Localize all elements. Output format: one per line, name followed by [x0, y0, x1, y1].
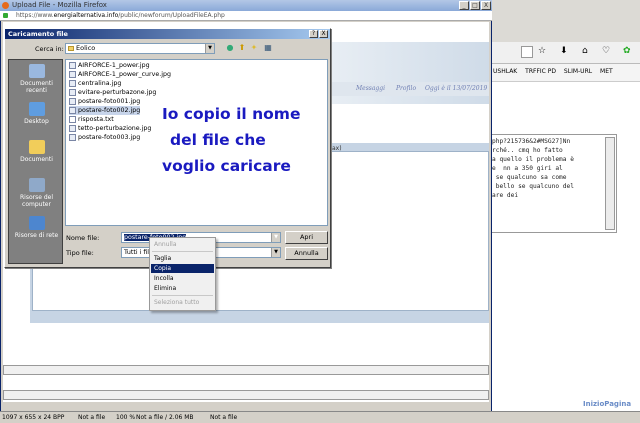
- annotation-line: voglio caricare: [162, 157, 291, 175]
- chevron-down-icon[interactable]: ▼: [271, 233, 280, 242]
- image-dimensions: 1097 x 655 x 24 BPP: [2, 414, 65, 421]
- forum-header-links: Messaggi Profilo Oggi è il 13/07/2019: [330, 82, 489, 96]
- menu-item-select-all[interactable]: Seleziona tutto: [151, 298, 214, 307]
- bookmark-item[interactable]: MET: [600, 68, 613, 75]
- dialog-title: Caricamento file: [5, 29, 330, 39]
- status-selection: Not a file: [210, 414, 238, 421]
- status-selection: Not a file: [78, 414, 106, 421]
- horizontal-scrollbar[interactable]: [3, 365, 489, 375]
- search-box[interactable]: [521, 46, 533, 58]
- up-folder-icon[interactable]: ⬆: [237, 43, 247, 53]
- file-upload-dialog: Caricamento file ? X Cerca in: Eolico ▼ …: [4, 28, 331, 268]
- popup-title-bar: Upload File - Mozilla Firefox _ □ X: [0, 0, 492, 11]
- place-recent[interactable]: Documenti recenti: [9, 64, 64, 94]
- minimize-button[interactable]: _: [459, 1, 469, 10]
- file-size: Not a file / 2.06 MB: [136, 414, 194, 421]
- addon-icon[interactable]: ✿: [623, 46, 631, 56]
- places-bar: Documenti recenti Desktop Documenti Riso…: [8, 59, 63, 264]
- chevron-down-icon[interactable]: ▼: [205, 44, 214, 53]
- look-in-label: Cerca in:: [35, 45, 64, 53]
- file-item[interactable]: postare-foto001.jpg: [69, 97, 140, 106]
- background-page-content: [490, 82, 640, 412]
- image-file-icon: [69, 107, 76, 114]
- menu-separator: [152, 295, 213, 296]
- bookmark-item[interactable]: TRFFIC PD: [525, 68, 556, 75]
- documents-icon: [28, 140, 45, 154]
- folder-icon: [68, 46, 74, 51]
- file-item-selected[interactable]: postare-foto002.jpg: [69, 106, 141, 115]
- place-computer[interactable]: Risorse del computer: [9, 178, 64, 208]
- cancel-button[interactable]: Annulla: [285, 247, 328, 260]
- file-item[interactable]: evitare-perturbazone.jpg: [69, 88, 156, 97]
- annotation-line: del file che: [170, 131, 266, 149]
- place-desktop[interactable]: Desktop: [9, 102, 64, 125]
- lock-icon: [3, 13, 8, 18]
- recent-icon: [28, 64, 45, 78]
- look-in-select[interactable]: Eolico ▼: [65, 43, 215, 54]
- menu-item-copy[interactable]: Copia: [151, 264, 214, 273]
- zoom-level: 100 %: [116, 414, 136, 421]
- status-bar: 1097 x 655 x 24 BPP Not a file 100 % Not…: [0, 411, 640, 423]
- text-file-icon: [69, 116, 76, 123]
- help-button[interactable]: ?: [309, 30, 318, 38]
- menu-item-delete[interactable]: Elimina: [151, 284, 214, 293]
- place-network[interactable]: Risorse di rete: [9, 216, 64, 239]
- file-item[interactable]: centralina.jpg: [69, 79, 121, 88]
- menu-separator: [152, 251, 213, 252]
- today-date: Oggi è il 13/07/2019: [425, 85, 488, 92]
- download-icon[interactable]: ⬇: [560, 46, 568, 56]
- image-file-icon: [69, 125, 76, 132]
- pocket-icon[interactable]: ♡: [602, 46, 610, 56]
- back-icon[interactable]: ●: [225, 43, 235, 53]
- menu-item-undo[interactable]: Annulla: [151, 240, 214, 249]
- image-file-icon: [69, 98, 76, 105]
- firefox-icon: [2, 2, 9, 9]
- url-bar[interactable]: https://www.energialternativa.info/publi…: [0, 11, 492, 21]
- bookmark-item[interactable]: USHLAK: [493, 68, 517, 75]
- menu-item-paste[interactable]: Incolla: [151, 274, 214, 283]
- popup-title: Upload File - Mozilla Firefox: [12, 1, 107, 9]
- horizontal-scrollbar[interactable]: [3, 390, 489, 400]
- file-item[interactable]: postare-foto003.jpg: [69, 133, 140, 142]
- annotation-line: Io copio il nome: [162, 105, 301, 123]
- file-item[interactable]: risposta.txt: [69, 115, 114, 124]
- desktop-icon: [28, 102, 45, 116]
- new-folder-icon[interactable]: ✦: [249, 43, 259, 53]
- home-icon[interactable]: ⌂: [582, 46, 588, 56]
- reply-scrollbar[interactable]: [605, 137, 615, 230]
- file-item[interactable]: AIRFORCE-1_power_curve.jpg: [69, 70, 171, 79]
- messages-link[interactable]: Messaggi: [356, 85, 385, 92]
- image-file-icon: [69, 71, 76, 78]
- network-icon: [28, 216, 45, 230]
- open-button[interactable]: Apri: [285, 231, 328, 244]
- background-toolbar: ☆ ⬇ ⌂ ♡ ✿: [490, 42, 640, 64]
- filetype-label: Tipo file:: [66, 249, 94, 257]
- file-item[interactable]: AIRFORCE-1_power.jpg: [69, 61, 150, 70]
- image-file-icon: [69, 80, 76, 87]
- profile-link[interactable]: Profilo: [396, 85, 416, 92]
- form-caption: ax): [332, 145, 342, 152]
- maximize-button[interactable]: □: [470, 1, 480, 10]
- dialog-close-button[interactable]: X: [319, 30, 328, 38]
- image-file-icon: [69, 89, 76, 96]
- place-documents[interactable]: Documenti: [9, 140, 64, 163]
- chevron-down-icon[interactable]: ▼: [271, 248, 280, 257]
- star-icon[interactable]: ☆: [538, 46, 546, 56]
- filename-label: Nome file:: [66, 234, 100, 242]
- image-file-icon: [69, 134, 76, 141]
- context-menu: Annulla Taglia Copia Incolla Elimina Sel…: [149, 237, 216, 311]
- bookmark-item[interactable]: SLIM-URL: [564, 68, 592, 75]
- computer-icon: [28, 178, 45, 192]
- close-button[interactable]: X: [481, 1, 491, 10]
- back-to-top-link[interactable]: InizioPagina: [583, 400, 631, 408]
- menu-item-cut[interactable]: Taglia: [151, 254, 214, 263]
- file-item[interactable]: tetto-perturbazione.jpg: [69, 124, 151, 133]
- view-menu-icon[interactable]: ▦: [263, 43, 273, 53]
- image-file-icon: [69, 62, 76, 69]
- bookmarks-bar: USHLAK TRFFIC PD SLIM-URL MET: [490, 64, 640, 82]
- reply-text: php?215736&2#MSG27]Nn rché.. cmq ho fatto…: [492, 138, 574, 199]
